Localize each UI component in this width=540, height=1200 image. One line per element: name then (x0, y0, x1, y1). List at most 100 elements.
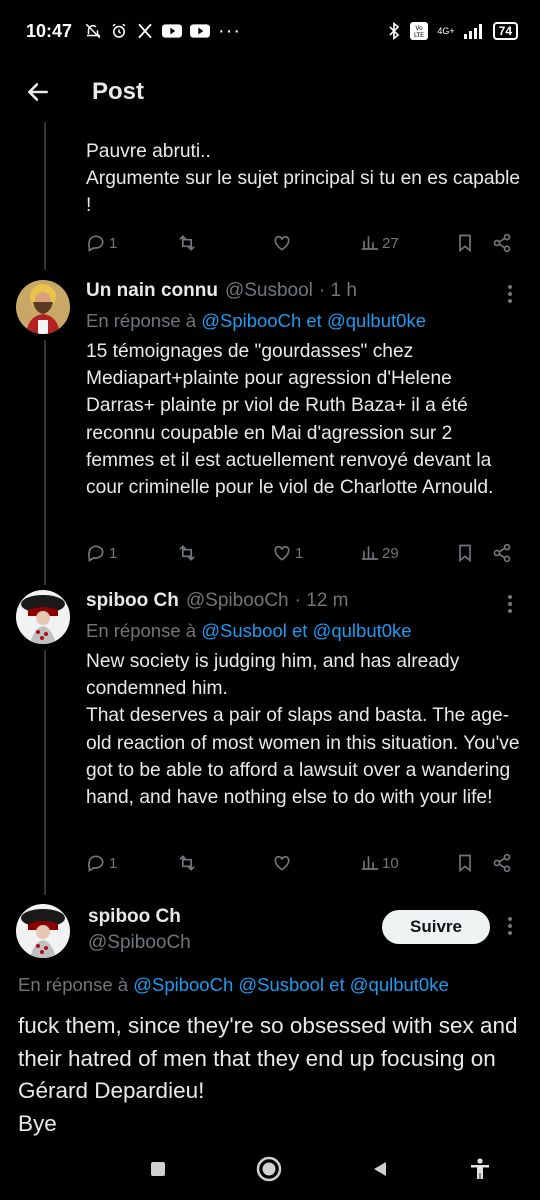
mention-conjunction: et (306, 310, 322, 331)
reply-count: 1 (109, 234, 118, 252)
reply-icon (87, 235, 104, 252)
system-navigation-bar (0, 1138, 540, 1200)
square-icon (151, 1162, 165, 1176)
share-icon (493, 543, 511, 563)
reply-prefix: En réponse à (86, 620, 197, 641)
reply-tweet[interactable]: spiboo Ch @SpibooCh · 12 m En réponse à … (0, 580, 540, 900)
tweet-text: fuck them, since they're so obsessed wit… (18, 1013, 518, 1136)
tweet-header: Un nain connu @Susbool · 1 h (86, 280, 357, 302)
tweet-time: · 12 m (294, 590, 349, 611)
reply-button[interactable]: 1 (86, 228, 117, 258)
back-nav-button[interactable] (368, 1157, 392, 1181)
bookmark-button[interactable] (456, 538, 474, 568)
reply-context: En réponse à @Susbool et @qulbut0ke (86, 620, 412, 642)
triangle-back-icon (374, 1162, 386, 1176)
heart-icon (274, 855, 290, 871)
views-button[interactable]: 29 (361, 538, 399, 568)
avatar[interactable] (16, 904, 70, 958)
share-icon (493, 853, 511, 873)
views-count: 27 (382, 234, 399, 252)
bookmark-button[interactable] (456, 228, 474, 258)
repost-button[interactable] (176, 848, 198, 878)
views-button[interactable]: 27 (361, 228, 399, 258)
reply-count: 1 (109, 854, 118, 872)
reply-tweet[interactable]: Pauvre abruti.. Argumente sur le sujet p… (0, 0, 540, 270)
mention-link[interactable]: @Susbool (238, 974, 324, 995)
author-name[interactable]: spiboo Ch (86, 590, 179, 612)
share-button[interactable] (492, 538, 512, 568)
reply-button[interactable]: 1 (86, 848, 117, 878)
mention-link[interactable]: @SpibooCh (133, 974, 233, 995)
tweet-actions: 1 10 (86, 848, 526, 878)
author-handle[interactable]: @SpibooCh (186, 590, 289, 612)
tweet-text: New society is judging him, and has alre… (86, 651, 520, 809)
views-count: 29 (382, 544, 399, 562)
thread-connector (44, 340, 46, 585)
author-handle[interactable]: @Susbool (225, 280, 313, 302)
tweet-actions: 1 1 29 (86, 538, 526, 568)
views-count: 10 (382, 854, 399, 872)
thread-connector (44, 122, 46, 270)
author-name[interactable]: Un nain connu (86, 280, 218, 302)
repost-icon (179, 235, 195, 251)
repost-button[interactable] (176, 228, 198, 258)
like-button[interactable] (272, 228, 295, 258)
mention-link[interactable]: @SpibooCh (201, 310, 301, 331)
avatar-image (16, 280, 70, 334)
like-button[interactable]: 1 (272, 538, 303, 568)
bookmark-icon (459, 854, 471, 873)
share-icon (493, 233, 511, 253)
thread-connector (44, 650, 46, 895)
bookmark-icon (459, 544, 471, 563)
like-count: 1 (295, 544, 304, 562)
avatar-image (16, 904, 70, 958)
more-options-button[interactable] (500, 282, 520, 306)
accessibility-button[interactable] (466, 1155, 494, 1183)
repost-button[interactable] (176, 538, 198, 568)
bookmark-button[interactable] (456, 848, 474, 878)
author-name[interactable]: spiboo Ch (88, 906, 181, 928)
avatar[interactable] (16, 590, 70, 644)
reply-icon (87, 855, 104, 872)
mention-conjunction: et (329, 974, 345, 995)
avatar[interactable] (16, 280, 70, 334)
reply-button[interactable]: 1 (86, 538, 117, 568)
heart-icon (274, 235, 290, 251)
heart-icon (274, 545, 290, 561)
mention-conjunction: et (291, 620, 308, 641)
views-chart-icon (361, 856, 379, 870)
views-button[interactable]: 10 (361, 848, 399, 878)
follow-button[interactable]: Suivre (382, 910, 490, 944)
reply-prefix: En réponse à (18, 974, 129, 995)
author-handle[interactable]: @SpibooCh (88, 932, 191, 954)
tweet-text: Pauvre abruti.. Argumente sur le sujet p… (86, 141, 521, 217)
share-button[interactable] (492, 228, 512, 258)
share-button[interactable] (492, 848, 512, 878)
tweet-header: spiboo Ch @SpibooCh · 12 m (86, 590, 349, 612)
more-options-button[interactable] (500, 592, 520, 616)
more-options-button[interactable] (500, 914, 520, 938)
tweet-text: 15 témoignages de "gourdasses" chez Medi… (86, 341, 494, 499)
recents-button[interactable] (146, 1157, 170, 1181)
mention-link[interactable]: @Susbool (201, 620, 287, 641)
mention-link[interactable]: @qulbut0ke (350, 974, 449, 995)
like-button[interactable] (272, 848, 295, 878)
reply-prefix: En réponse à (86, 310, 197, 331)
avatar-image (16, 590, 70, 644)
accessibility-icon (471, 1158, 489, 1179)
repost-icon (179, 855, 195, 871)
views-chart-icon (361, 546, 379, 560)
repost-icon (179, 545, 195, 561)
reply-context: En réponse à @SpibooCh @Susbool et @qulb… (18, 974, 449, 996)
reply-context: En réponse à @SpibooCh et @qulbut0ke (86, 310, 426, 332)
mention-link[interactable]: @qulbut0ke (327, 310, 426, 331)
reply-tweet[interactable]: Un nain connu @Susbool · 1 h En réponse … (0, 270, 540, 580)
tweet-time: · 1 h (318, 280, 357, 301)
reply-icon (87, 545, 104, 562)
mention-link[interactable]: @qulbut0ke (313, 620, 412, 641)
tweet-actions: 1 27 (86, 228, 526, 258)
home-button[interactable] (254, 1154, 284, 1184)
home-circle-icon (256, 1156, 282, 1182)
bookmark-icon (459, 234, 471, 253)
reply-count: 1 (109, 544, 118, 562)
